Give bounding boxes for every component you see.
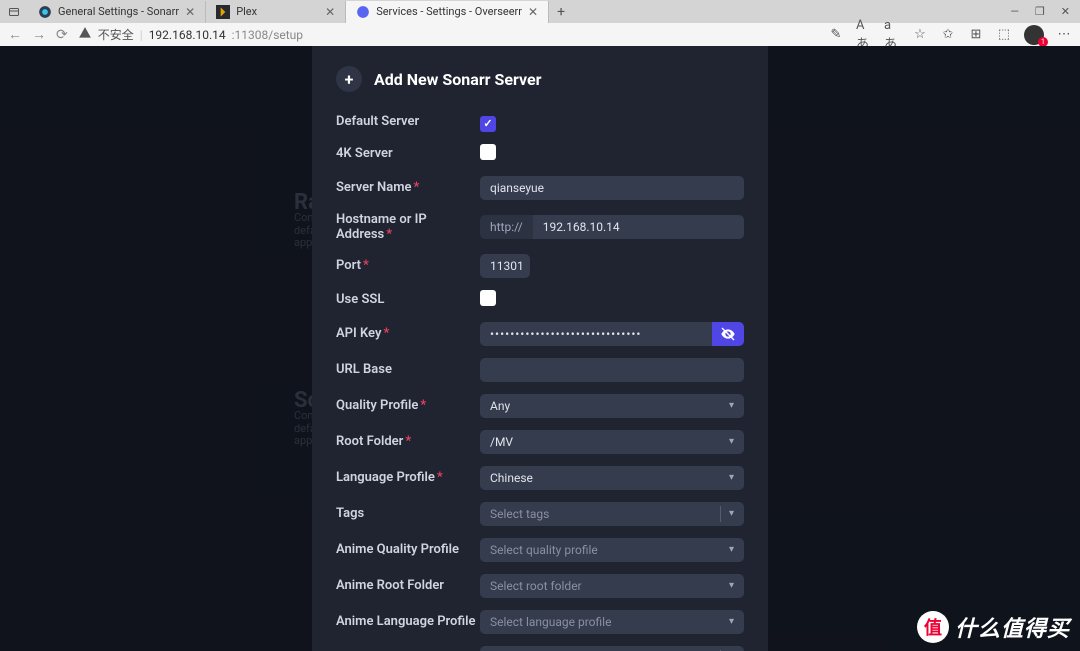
root-folder-select[interactable]: /MV ▾ (480, 430, 744, 454)
minimize-button[interactable]: — (1010, 5, 1019, 18)
tabs-row: General Settings - Sonarr ✕ Plex ✕ Servi… (0, 0, 1080, 23)
tab-title: Services - Settings - Overseerr (376, 5, 522, 18)
anime-language-label: Anime Language Profile (336, 614, 480, 629)
url-base-input[interactable] (480, 358, 744, 382)
tags-select[interactable]: Select tags ▾ (480, 502, 744, 526)
tab-actions-button[interactable] (4, 2, 24, 22)
chevron-down-icon: ▾ (729, 616, 734, 627)
modal-title: Add New Sonarr Server (374, 70, 542, 89)
close-icon[interactable]: ✕ (185, 5, 195, 19)
close-icon[interactable]: ✕ (325, 5, 335, 19)
insecure-icon (78, 26, 92, 43)
maximize-button[interactable]: ❐ (1035, 5, 1045, 18)
4k-server-checkbox[interactable] (480, 144, 496, 160)
plex-favicon (216, 5, 230, 19)
api-key-label: API Key* (336, 326, 480, 341)
anime-root-select[interactable]: Select root folder ▾ (480, 574, 744, 598)
collections-icon[interactable]: ⊞ (968, 27, 984, 43)
hostname-label: Hostname or IP Address* (336, 212, 480, 242)
tab-title: Plex (236, 5, 257, 18)
close-button[interactable]: ✕ (1061, 5, 1070, 18)
quality-profile-label: Quality Profile* (336, 398, 480, 413)
forward-button[interactable]: → (32, 26, 46, 43)
watermark: 值 什么值得买 (917, 611, 1070, 643)
port-input[interactable]: 11301 (480, 254, 530, 278)
overseerr-favicon (356, 5, 370, 19)
avatar-badge: 1 (1038, 37, 1048, 47)
chevron-down-icon: ▾ (729, 472, 734, 483)
add-sonarr-modal: + Add New Sonarr Server Default Server 4… (312, 46, 768, 651)
url-base-label: URL Base (336, 362, 480, 377)
back-button[interactable]: ← (8, 26, 22, 43)
language-profile-label: Language Profile* (336, 470, 480, 485)
watermark-logo: 值 (917, 611, 949, 643)
sonarr-favicon (38, 5, 52, 19)
anime-quality-label: Anime Quality Profile (336, 542, 480, 557)
use-ssl-checkbox[interactable] (480, 290, 496, 306)
default-server-checkbox[interactable] (480, 116, 496, 132)
url-bar[interactable]: 不安全 | 192.168.10.14:11308/setup (78, 26, 303, 43)
4k-server-label: 4K Server (336, 146, 480, 161)
api-key-input[interactable]: •••••••••••••••••••••••••••••• (480, 322, 712, 346)
new-tab-button[interactable]: + (549, 4, 573, 20)
chevron-down-icon: ▾ (729, 436, 734, 447)
anime-root-label: Anime Root Folder (336, 578, 480, 593)
chevron-down-icon: ▾ (729, 544, 734, 555)
anime-tags-select[interactable]: Select tags ▾ (480, 646, 744, 651)
tab-title: General Settings - Sonarr (58, 5, 179, 18)
toolbar-right: ✎ Aあ aあ ☆ ✩ ⊞ ⬚ 1 ⋯ (828, 25, 1072, 45)
app-area: Ra Con defa app So Con defa app p + Add … (0, 46, 1080, 651)
toggle-api-visibility-button[interactable] (712, 322, 744, 346)
chevron-down-icon: ▾ (729, 508, 734, 519)
hostname-protocol-prefix: http:// (480, 215, 533, 239)
watermark-text: 什么值得买 (955, 611, 1070, 643)
profile-avatar[interactable]: 1 (1024, 25, 1044, 45)
language-profile-select[interactable]: Chinese ▾ (480, 466, 744, 490)
server-name-label: Server Name* (336, 180, 480, 195)
favorite-icon[interactable]: ☆ (912, 27, 928, 43)
address-bar-row: ← → ⟳ 不安全 | 192.168.10.14:11308/setup ✎ … (0, 23, 1080, 46)
tab-sonarr[interactable]: General Settings - Sonarr ✕ (28, 1, 206, 23)
chevron-down-icon: ▾ (729, 400, 734, 411)
modal-scroll-container[interactable]: + Add New Sonarr Server Default Server 4… (312, 46, 768, 651)
favorites-bar-icon[interactable]: ✩ (940, 27, 956, 43)
reader-icon[interactable]: aあ (884, 27, 900, 43)
quality-profile-select[interactable]: Any ▾ (480, 394, 744, 418)
tags-label: Tags (336, 506, 480, 521)
text-size-icon[interactable]: Aあ (856, 27, 872, 43)
modal-header: + Add New Sonarr Server (336, 66, 744, 92)
url-path: :11308/setup (232, 28, 303, 42)
server-name-input[interactable]: qianseyue (480, 176, 744, 200)
insecure-label: 不安全 (98, 26, 134, 43)
browser-chrome: General Settings - Sonarr ✕ Plex ✕ Servi… (0, 0, 1080, 46)
extensions-icon[interactable]: ⬚ (996, 27, 1012, 43)
refresh-button[interactable]: ⟳ (56, 27, 68, 43)
url-host: 192.168.10.14 (149, 28, 226, 42)
default-server-label: Default Server (336, 114, 480, 129)
wand-icon[interactable]: ✎ (828, 27, 844, 43)
menu-button[interactable]: ⋯ (1056, 27, 1072, 43)
anime-language-select[interactable]: Select language profile ▾ (480, 610, 744, 634)
port-label: Port* (336, 258, 480, 273)
window-controls: — ❐ ✕ (1010, 5, 1080, 18)
root-folder-label: Root Folder* (336, 434, 480, 449)
tab-overseerr[interactable]: Services - Settings - Overseerr ✕ (346, 1, 549, 23)
anime-quality-select[interactable]: Select quality profile ▾ (480, 538, 744, 562)
close-icon[interactable]: ✕ (528, 5, 538, 19)
hostname-input[interactable]: 192.168.10.14 (533, 215, 744, 239)
tab-plex[interactable]: Plex ✕ (206, 1, 346, 23)
plus-icon: + (336, 66, 362, 92)
use-ssl-label: Use SSL (336, 292, 480, 307)
chevron-down-icon: ▾ (729, 580, 734, 591)
eye-off-icon (720, 326, 736, 342)
